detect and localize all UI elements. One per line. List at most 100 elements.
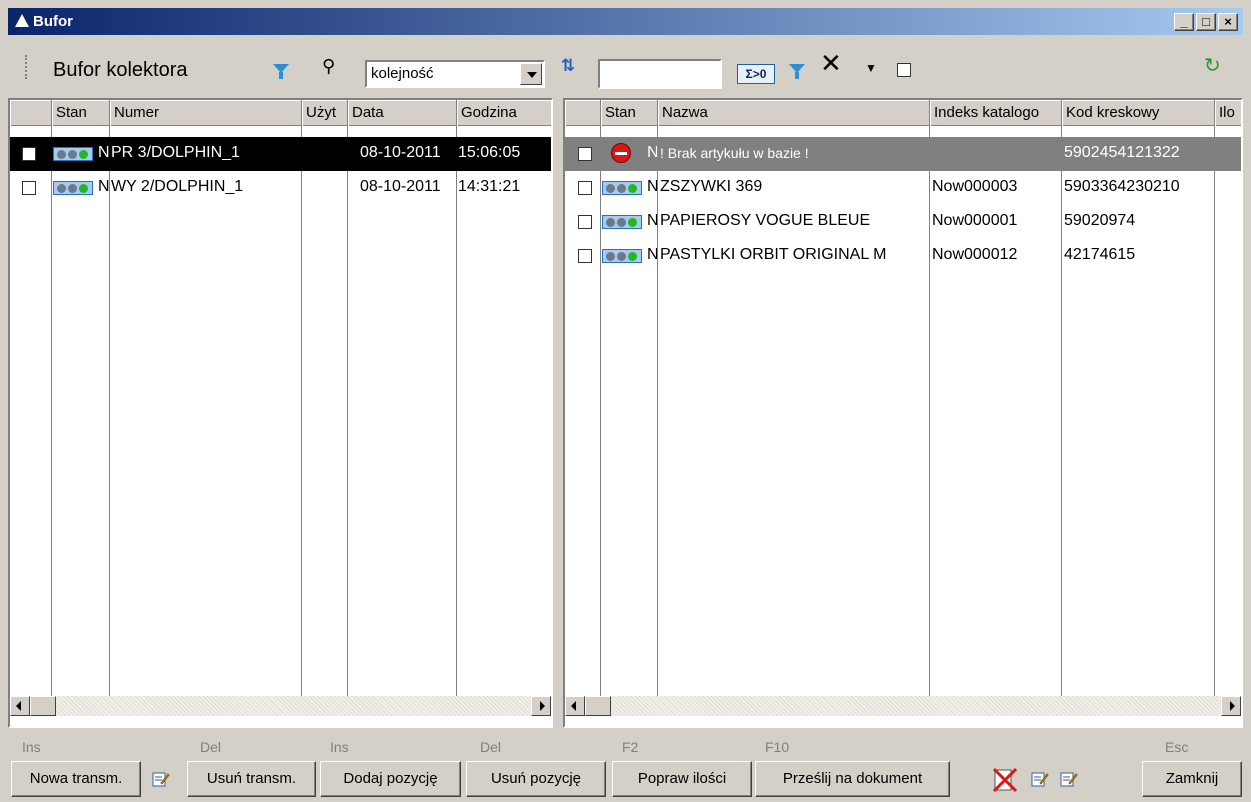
app-icon: [15, 14, 29, 27]
column-header-godzina[interactable]: Godzina: [457, 100, 551, 126]
table-row[interactable]: N PASTYLKI ORBIT ORIGINAL M Now000012 42…: [565, 239, 1241, 273]
close-button[interactable]: ×: [1218, 13, 1238, 31]
column-header-stan[interactable]: Stan: [52, 100, 110, 126]
toolbar-title: Bufor kolektora: [53, 59, 188, 81]
correct-quantities-button[interactable]: Popraw ilości: [612, 761, 752, 797]
status-indicator-icon: [53, 147, 93, 161]
items-grid[interactable]: Stan Nazwa Indeks katalogo Kod kreskowy …: [563, 98, 1243, 728]
table-row[interactable]: N WY 2/DOLPHIN_1 08-10-2011 14:31:21: [10, 171, 551, 205]
toolbar: Bufor kolektora ⚲ kolejność ⇅ Σ>0 ✕ ▼ ↻: [8, 35, 1243, 98]
column-header-uzyt[interactable]: Użyt: [302, 100, 348, 126]
shortcut-ins: Ins: [22, 739, 41, 755]
cell-indeks: Now000012: [932, 246, 1018, 263]
row-indicator-header: [565, 100, 601, 126]
cell-data: 08-10-2011: [360, 178, 441, 195]
cell-stan: N: [647, 205, 657, 239]
send-to-document-button[interactable]: Prześlij na dokument: [755, 761, 950, 797]
row-checkbox[interactable]: [578, 215, 592, 229]
cell-nazwa: PASTYLKI ORBIT ORIGINAL M: [660, 246, 887, 263]
filter-icon-2[interactable]: [789, 64, 805, 79]
transmission-grid-header: Stan Numer Użyt Data Godzina: [10, 100, 551, 126]
edit-icon-3[interactable]: [1060, 770, 1078, 788]
edit-icon[interactable]: [152, 770, 170, 788]
items-grid-header: Stan Nazwa Indeks katalogo Kod kreskowy …: [565, 100, 1241, 126]
shortcut-f10: F10: [765, 739, 790, 755]
row-checkbox[interactable]: [22, 147, 36, 161]
row-checkbox[interactable]: [22, 181, 36, 195]
scroll-thumb[interactable]: [30, 696, 56, 716]
bufor-window: Bufor _ □ × Bufor kolektora ⚲ kolejność …: [0, 0, 1251, 802]
table-row[interactable]: N ZSZYWKI 369 Now000003 5903364230210: [565, 171, 1241, 205]
horizontal-scrollbar[interactable]: [565, 696, 1241, 716]
table-row[interactable]: N PR 3/DOLPHIN_1 08-10-2011 15:06:05: [10, 137, 551, 171]
dropdown-arrow-icon[interactable]: ▼: [865, 59, 877, 77]
cell-uzyt: [303, 171, 347, 205]
status-indicator-icon: [53, 181, 93, 195]
title-bar[interactable]: Bufor _ □ ×: [8, 8, 1243, 35]
delete-transmission-button[interactable]: Usuń transm.: [187, 761, 316, 797]
table-row[interactable]: N PAPIEROSY VOGUE BLEUE Now000001 590209…: [565, 205, 1241, 239]
error-icon: [611, 143, 631, 163]
cell-kod: 5903364230210: [1064, 178, 1180, 195]
transmission-grid[interactable]: Stan Numer Użyt Data Godzina N PR 3/DOLP…: [8, 98, 553, 728]
horizontal-scrollbar[interactable]: [10, 696, 551, 716]
scroll-left-button[interactable]: [565, 696, 585, 716]
cell-godzina: 15:06:05: [458, 144, 521, 161]
shortcut-f2: F2: [622, 739, 639, 755]
filter-icon[interactable]: [273, 64, 289, 79]
cell-numer: WY 2/DOLPHIN_1: [111, 178, 244, 195]
cell-stan: N: [98, 178, 110, 195]
minimize-button[interactable]: _: [1174, 13, 1194, 31]
chevron-down-icon[interactable]: [520, 63, 542, 85]
close-dialog-button[interactable]: Zamknij: [1142, 761, 1242, 797]
toolbar-grip[interactable]: [25, 55, 28, 79]
table-row[interactable]: N ! Brak artykułu w bazie ! 590245412132…: [565, 137, 1241, 171]
cell-indeks: Now000001: [932, 212, 1018, 229]
cell-uzyt: [303, 137, 347, 171]
row-checkbox[interactable]: [578, 249, 592, 263]
row-checkbox[interactable]: [578, 181, 592, 195]
add-item-button[interactable]: Dodaj pozycję: [320, 761, 461, 797]
column-header-numer[interactable]: Numer: [110, 100, 302, 126]
maximize-button[interactable]: □: [1196, 13, 1216, 31]
cell-kod: 59020974: [1064, 212, 1136, 229]
toolbar-checkbox[interactable]: [897, 63, 911, 77]
cell-numer: PR 3/DOLPHIN_1: [111, 144, 240, 161]
shortcut-del-2: Del: [480, 739, 502, 755]
delete-document-icon[interactable]: [992, 767, 1018, 793]
scroll-left-button[interactable]: [10, 696, 30, 716]
sum-positive-button[interactable]: Σ>0: [737, 64, 775, 84]
status-indicator-icon: [602, 249, 642, 263]
cell-nazwa: ! Brak artykułu w bazie !: [660, 145, 809, 161]
sort-order-select[interactable]: kolejność: [365, 60, 545, 88]
cell-godzina: 14:31:21: [458, 178, 521, 195]
cell-indeks: [932, 137, 1060, 171]
column-header-kod[interactable]: Kod kreskowy: [1062, 100, 1215, 126]
edit-icon-2[interactable]: [1031, 770, 1049, 788]
cell-kod: 42174615: [1064, 246, 1136, 263]
scroll-thumb[interactable]: [585, 696, 611, 716]
cell-data: 08-10-2011: [360, 144, 441, 161]
column-header-indeks[interactable]: Indeks katalogo: [930, 100, 1062, 126]
grid-line: [347, 126, 348, 698]
column-header-stan[interactable]: Stan: [601, 100, 658, 126]
cell-nazwa: ZSZYWKI 369: [660, 178, 763, 195]
new-transmission-button[interactable]: Nowa transm.: [11, 761, 141, 797]
grid-line: [301, 126, 302, 698]
grid-line: [456, 126, 457, 698]
delete-item-button[interactable]: Usuń pozycję: [466, 761, 606, 797]
column-header-nazwa[interactable]: Nazwa: [658, 100, 930, 126]
row-indicator-header: [10, 100, 52, 126]
cell-indeks: Now000003: [932, 178, 1018, 195]
search-input[interactable]: [598, 59, 722, 89]
column-header-data[interactable]: Data: [348, 100, 457, 126]
clear-filter-icon[interactable]: ✕: [820, 50, 842, 76]
scroll-right-button[interactable]: [1221, 696, 1241, 716]
filter-settings-icon[interactable]: ⚲: [322, 57, 335, 75]
shortcut-ins-2: Ins: [330, 739, 349, 755]
row-checkbox[interactable]: [578, 147, 592, 161]
sort-az-icon[interactable]: ⇅: [561, 57, 575, 75]
refresh-icon[interactable]: ↻: [1204, 56, 1221, 76]
column-header-ilosc[interactable]: Ilo: [1215, 100, 1241, 126]
scroll-right-button[interactable]: [531, 696, 551, 716]
